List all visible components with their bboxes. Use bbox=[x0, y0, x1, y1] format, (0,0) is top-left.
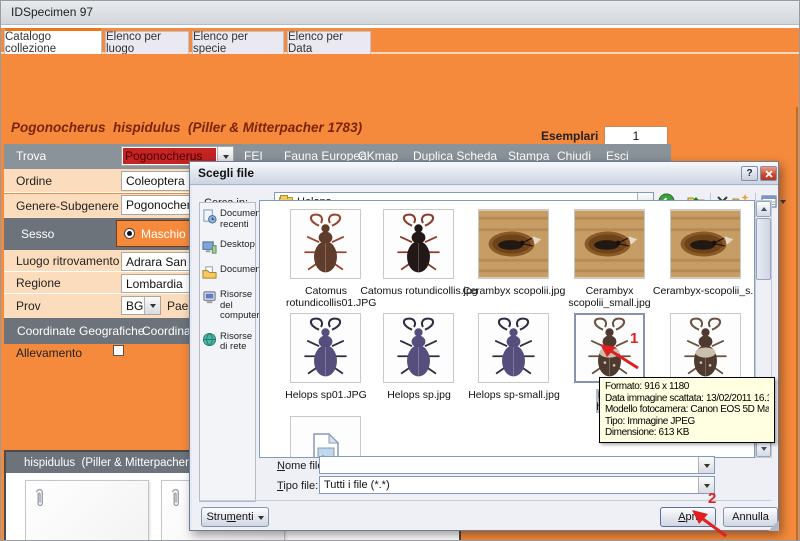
strumenti-menu-arrow-icon bbox=[258, 516, 264, 523]
prov-select[interactable]: BG bbox=[121, 296, 161, 315]
file-thumbnail-helops01[interactable] bbox=[290, 313, 361, 383]
sidebar-item-documenti-recenti[interactable]: Documenti recenti bbox=[202, 209, 253, 230]
ordine-label: Ordine bbox=[16, 174, 52, 188]
paperclip-icon bbox=[169, 484, 182, 510]
esemplari-label: Esemplari bbox=[541, 129, 598, 143]
file-thumbnail-cerambyx-s[interactable] bbox=[670, 209, 741, 279]
nome-file-input[interactable] bbox=[319, 456, 715, 474]
dialog-separator bbox=[199, 500, 771, 501]
help-button[interactable]: ? bbox=[741, 166, 758, 181]
strumenti-button[interactable]: Strumenti bbox=[201, 507, 269, 527]
views-menu-arrow-icon[interactable] bbox=[780, 200, 786, 207]
paperclip-icon bbox=[33, 484, 46, 510]
sidebar-item-desktop[interactable]: Desktop bbox=[202, 240, 253, 255]
radio-icon bbox=[124, 228, 135, 239]
annotation-arrow-1-icon bbox=[598, 340, 642, 372]
file-thumbnail-cerambyx[interactable] bbox=[478, 209, 549, 279]
attachment-slot[interactable] bbox=[25, 480, 149, 541]
window-edge bbox=[796, 107, 798, 541]
tab-strip: Catalogo collezione Elenco per luogo Ele… bbox=[1, 28, 800, 54]
network-icon bbox=[202, 332, 217, 347]
window-titlebar: IDSpecimen 97 bbox=[1, 1, 800, 25]
dialog-titlebar[interactable]: Scegli file bbox=[190, 162, 778, 185]
file-label[interactable]: Cerambyx scopolii.jpg bbox=[454, 285, 574, 297]
species-title: Pogonocherus hispidulus (Piller & Mitter… bbox=[11, 120, 362, 135]
sidebar-item-documenti[interactable]: Documenti bbox=[202, 265, 253, 280]
dialog-title: Scegli file bbox=[198, 166, 254, 180]
file-label[interactable]: Helops sp-small.jpg bbox=[461, 389, 567, 401]
file-thumbnail-helops[interactable] bbox=[383, 313, 454, 383]
dropdown-arrow-icon[interactable] bbox=[144, 297, 160, 314]
places-sidebar: Documenti recenti Desktop Documenti Riso… bbox=[199, 202, 256, 502]
sidebar-item-risorse-di-rete[interactable]: Risorse di rete bbox=[202, 332, 253, 353]
annotation-step2: 2 bbox=[708, 490, 716, 507]
tipo-file-select[interactable]: Tutti i file (*.*) bbox=[319, 476, 715, 494]
file-label[interactable]: Helops sp.jpg bbox=[366, 389, 472, 401]
window-title: IDSpecimen 97 bbox=[11, 5, 93, 19]
desktop-icon bbox=[202, 240, 217, 255]
file-thumbnail-pogonocherus2[interactable] bbox=[670, 313, 741, 383]
file-label[interactable]: Helops sp01.JPG bbox=[273, 389, 379, 401]
scroll-up-button[interactable] bbox=[756, 201, 771, 217]
file-thumbnail-helops-small[interactable] bbox=[478, 313, 549, 383]
close-icon bbox=[765, 170, 773, 178]
file-label[interactable]: Cerambyx-scopolii_s... bbox=[646, 285, 755, 297]
scroll-down-button[interactable] bbox=[756, 441, 771, 457]
close-button[interactable] bbox=[760, 166, 777, 181]
resize-grip[interactable] bbox=[767, 519, 779, 531]
documents-folder-icon bbox=[202, 265, 217, 280]
file-thumbnail-cerambyx-small[interactable] bbox=[574, 209, 645, 279]
tipo-file-label: Tipo file: bbox=[277, 480, 318, 492]
allevamento-checkbox[interactable] bbox=[113, 345, 124, 356]
file-info-tooltip: Formato: 916 x 1180 Data immagine scatta… bbox=[599, 377, 775, 443]
computer-icon bbox=[202, 290, 217, 305]
scegli-file-dialog: Scegli file ? Cerca in: Helops bbox=[189, 161, 779, 531]
coordinate-geografiche-label: Coordinate Geografiche bbox=[17, 324, 144, 338]
file-label[interactable]: Cerambyx scopolii_small.jpg bbox=[565, 285, 654, 309]
recent-documents-icon bbox=[202, 209, 217, 224]
luogo-label: Luogo ritrovamento bbox=[16, 254, 119, 268]
regione-label: Regione bbox=[16, 276, 61, 290]
genere-label: Genere-Subgenere bbox=[16, 199, 119, 213]
file-thumbnail-partial[interactable] bbox=[290, 416, 361, 458]
tab-elenco-per-specie[interactable]: Elenco per specie bbox=[192, 31, 284, 54]
file-label[interactable]: Catomus rotundicollis01.JPG bbox=[286, 285, 366, 309]
sesso-label: Sesso bbox=[21, 227, 54, 241]
allevamento-label: Allevamento bbox=[16, 346, 82, 360]
application-window: IDSpecimen 97 Catalogo collezione Elenco… bbox=[0, 0, 800, 541]
tab-elenco-per-luogo[interactable]: Elenco per luogo bbox=[105, 31, 189, 54]
trova-label: Trova bbox=[16, 149, 46, 163]
scrollbar-thumb[interactable] bbox=[756, 218, 771, 280]
sidebar-item-risorse-del-computer[interactable]: Risorse del computer bbox=[202, 290, 253, 322]
dropdown-arrow-icon[interactable] bbox=[698, 457, 714, 473]
file-thumbnail-catomus01[interactable] bbox=[290, 209, 361, 279]
prov-label: Prov bbox=[16, 299, 41, 313]
esemplari-input[interactable]: 1 bbox=[604, 126, 668, 145]
tab-elenco-per-data[interactable]: Elenco per Data bbox=[287, 31, 371, 54]
tab-catalogo-collezione[interactable]: Catalogo collezione bbox=[4, 28, 102, 54]
annotation-arrow-2-icon bbox=[690, 506, 730, 540]
file-thumbnail-catomus[interactable] bbox=[383, 209, 454, 279]
